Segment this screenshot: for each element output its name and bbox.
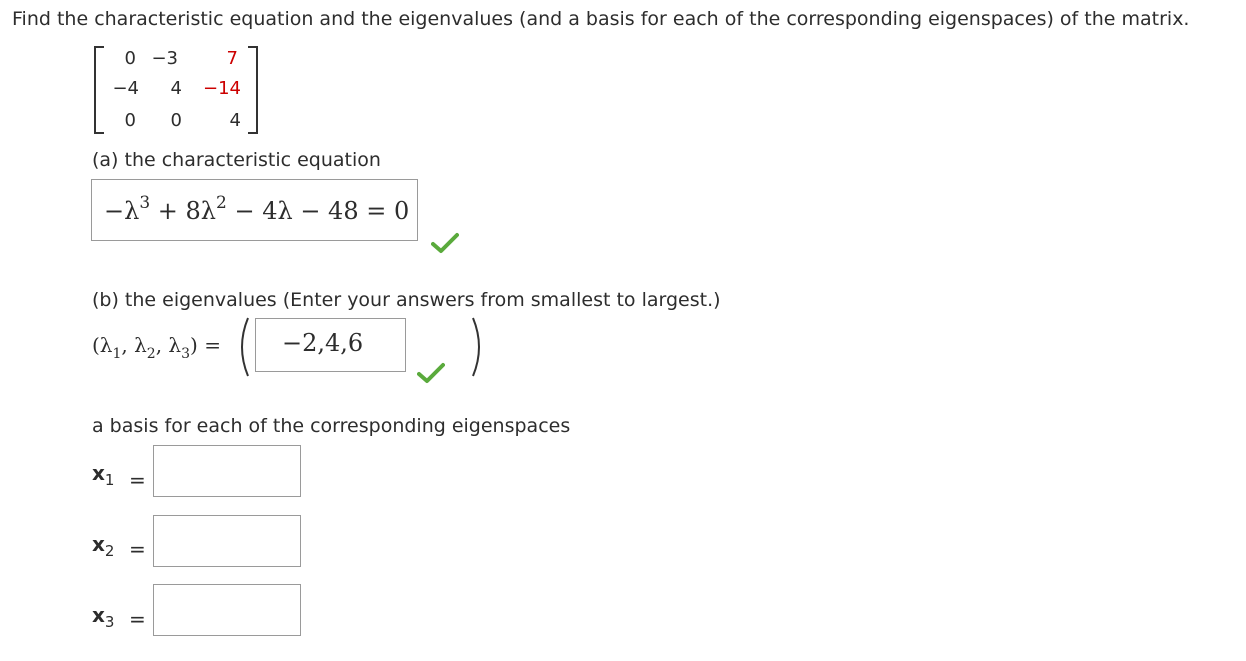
x3-label: x3: [92, 603, 115, 631]
right-bracket: [248, 46, 258, 134]
part-a-label: (a) the characteristic equation: [92, 149, 381, 171]
characteristic-equation-text: −λ3 + 8λ2 − 4λ − 48 = 0: [104, 193, 410, 225]
matrix: 0 −3 7 −4 4 −14 0 0 4: [92, 44, 260, 134]
matrix-cell-2-2: 4: [170, 78, 182, 99]
matrix-cell-3-3: 4: [229, 110, 241, 131]
eigenvalue-tuple-label: (λ1, λ2, λ3) =: [92, 333, 221, 362]
x2-basis-input[interactable]: [153, 515, 301, 567]
question-prompt: Find the characteristic equation and the…: [12, 8, 1190, 30]
right-paren: [472, 317, 480, 377]
part-b-label: (b) the eigenvalues (Enter your answers …: [92, 289, 721, 311]
x1-equals: =: [129, 468, 146, 492]
checkmark-icon: [417, 363, 445, 383]
matrix-cell-1-3: 7: [226, 48, 238, 69]
x3-equals: =: [129, 607, 146, 631]
x1-label: x1: [92, 461, 115, 489]
matrix-cell-3-2: 0: [170, 110, 182, 131]
eigenvalues-answer[interactable]: −2,4,6: [255, 318, 406, 372]
eigenvalues-text: −2,4,6: [282, 329, 364, 357]
checkmark-icon: [431, 233, 459, 253]
matrix-cell-2-3: −14: [203, 78, 241, 99]
basis-label: a basis for each of the corresponding ei…: [92, 415, 571, 437]
x1-basis-input[interactable]: [153, 445, 301, 497]
matrix-cell-1-2: −3: [151, 48, 178, 69]
matrix-cell-3-1: 0: [124, 110, 136, 131]
x2-label: x2: [92, 532, 115, 560]
characteristic-equation-answer[interactable]: −λ3 + 8λ2 − 4λ − 48 = 0: [91, 179, 418, 241]
left-paren: [241, 317, 249, 377]
x3-basis-input[interactable]: [153, 584, 301, 636]
x2-equals: =: [129, 537, 146, 561]
